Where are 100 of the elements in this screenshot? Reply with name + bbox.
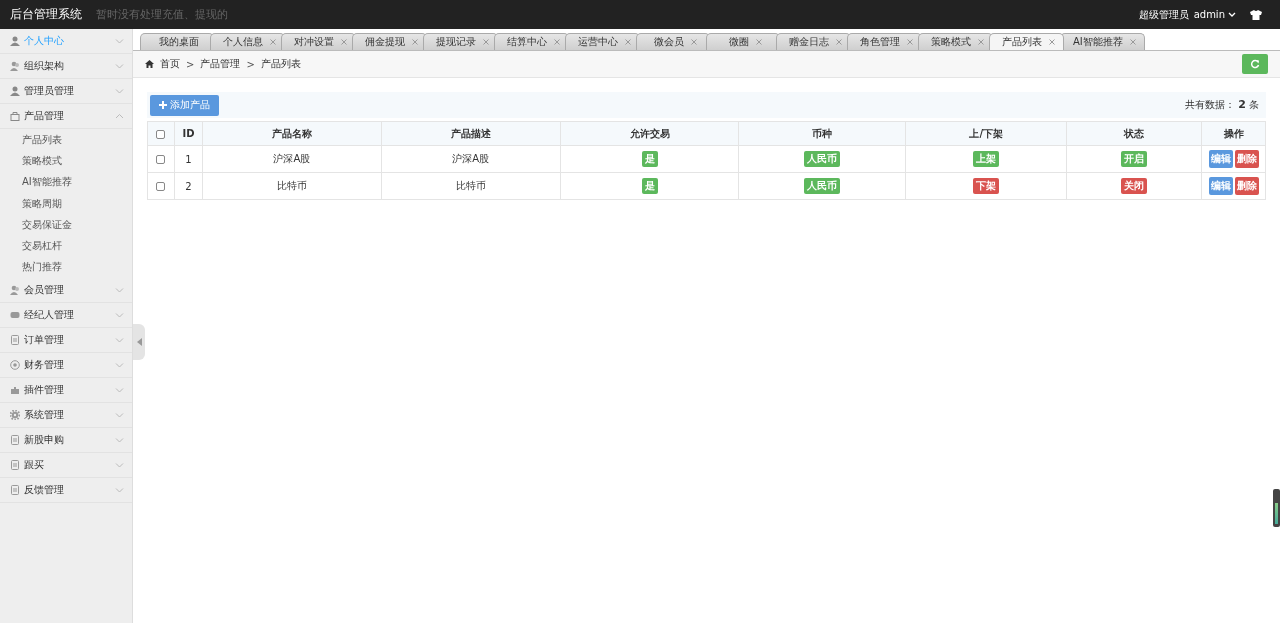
refresh-button[interactable] — [1242, 54, 1268, 74]
status-badge: 关闭 — [1121, 178, 1148, 194]
person-icon — [10, 86, 20, 96]
bag-icon — [10, 111, 20, 121]
chevron-down-icon — [115, 387, 124, 394]
level-widget — [1273, 489, 1280, 527]
submenu-item[interactable]: 交易杠杆 — [0, 235, 132, 257]
status-badge: 人民币 — [804, 178, 841, 194]
sidebar-item[interactable]: 新股申购 — [0, 428, 132, 454]
sidebar-item[interactable]: 产品管理 — [0, 104, 132, 129]
table-cell: 沪深A股 — [452, 153, 490, 164]
column-header: 上/下架 — [969, 127, 1004, 139]
submenu-item[interactable]: 策略模式 — [0, 150, 132, 172]
separator-text: > — [246, 58, 255, 70]
card-icon — [10, 310, 20, 321]
column-header: 产品名称 — [271, 127, 312, 139]
delete-button[interactable]: 删除 — [1234, 150, 1259, 168]
plus-icon — [159, 101, 167, 109]
chevron-down-icon — [115, 88, 124, 94]
notice-text: 暂时没有处理充值、提现的 — [96, 7, 228, 22]
breadcrumb-link[interactable]: 产品管理 — [200, 57, 241, 71]
separator-text: > — [186, 58, 195, 70]
submenu-item[interactable]: 热门推荐 — [0, 256, 132, 279]
sidebar-item[interactable]: 订单管理 — [0, 328, 132, 354]
user-role: 超级管理员 — [1138, 7, 1189, 22]
document-icon — [10, 460, 20, 471]
total-count: 共有数据： 2 条 — [1184, 98, 1260, 112]
close-icon — [483, 39, 489, 45]
close-icon — [978, 39, 984, 45]
column-header: ID — [182, 128, 195, 139]
collapse-handle[interactable] — [133, 324, 145, 360]
chevron-down-icon — [115, 312, 124, 319]
chevron-down-icon — [115, 287, 124, 294]
chevron-down-icon — [115, 412, 124, 419]
status-badge: 人民币 — [804, 151, 841, 167]
chevron-down-icon — [115, 337, 124, 344]
submenu-item[interactable]: AI智能推荐 — [0, 171, 132, 193]
submenu-item[interactable]: 策略周期 — [0, 192, 132, 215]
document-icon — [10, 435, 20, 446]
breadcrumb-link[interactable]: 首页 — [160, 57, 180, 71]
chevron-down-icon — [115, 462, 124, 469]
column-header: 允许交易 — [629, 127, 670, 139]
app-title: 后台管理系统 — [10, 6, 83, 23]
column-header: 操作 — [1223, 127, 1244, 139]
close-icon — [270, 39, 276, 45]
table-cell: 比特币 — [455, 180, 486, 191]
row-checkbox[interactable] — [156, 155, 166, 164]
status-badge: 上架 — [973, 151, 1000, 167]
tab[interactable]: 产品列表 — [989, 33, 1064, 50]
column-header: 币种 — [812, 127, 833, 139]
delete-button[interactable]: 删除 — [1234, 177, 1259, 195]
refresh-icon — [1250, 59, 1260, 69]
close-icon — [755, 39, 762, 45]
shirt-icon[interactable] — [1250, 9, 1262, 20]
people-icon — [10, 61, 20, 71]
table-cell: 沪深A股 — [273, 153, 311, 164]
chevron-down-icon — [1228, 11, 1236, 18]
select-all-checkbox[interactable] — [156, 129, 166, 139]
submenu-item[interactable]: 产品列表 — [0, 129, 132, 151]
puzzle-icon — [10, 385, 20, 396]
table-cell: 1 — [185, 153, 192, 165]
sidebar-item[interactable]: 会员管理 — [0, 278, 132, 304]
home-icon — [145, 60, 154, 68]
sidebar-item[interactable]: 插件管理 — [0, 378, 132, 404]
sidebar-item[interactable]: 管理员管理 — [0, 79, 132, 104]
sidebar-item[interactable]: 系统管理 — [0, 403, 132, 429]
user-menu[interactable]: admin — [1193, 9, 1236, 20]
table-cell: 2 — [185, 180, 192, 192]
status-badge: 开启 — [1121, 151, 1148, 167]
close-icon — [690, 39, 697, 45]
row-checkbox[interactable] — [156, 182, 166, 191]
chevron-down-icon — [115, 63, 124, 69]
breadcrumb-link[interactable]: 产品列表 — [260, 57, 301, 71]
status-badge: 下架 — [973, 178, 1000, 194]
caret-left-icon — [136, 338, 142, 346]
sidebar-item[interactable]: 反馈管理 — [0, 478, 132, 504]
close-icon — [1049, 39, 1055, 45]
table-cell: 比特币 — [276, 180, 307, 191]
chevron-up-icon — [115, 113, 124, 119]
chevron-down-icon — [115, 487, 124, 494]
chevron-down-icon — [115, 38, 124, 44]
document-icon — [10, 335, 20, 346]
submenu-item[interactable]: 交易保证金 — [0, 214, 132, 236]
chevron-down-icon — [115, 437, 124, 444]
close-icon — [836, 39, 842, 45]
sidebar-item[interactable]: 财务管理 — [0, 353, 132, 379]
sidebar-item[interactable]: 跟买 — [0, 453, 132, 479]
sidebar-item[interactable]: 组织架构 — [0, 54, 132, 79]
close-icon — [907, 39, 913, 45]
close-icon — [341, 39, 347, 45]
people-icon — [10, 285, 20, 296]
gear-icon — [10, 410, 20, 421]
sidebar-item[interactable]: 经纪人管理 — [0, 303, 132, 329]
close-icon — [412, 39, 418, 45]
column-header: 产品描述 — [450, 127, 491, 139]
person-icon — [10, 36, 20, 46]
status-badge: 是 — [641, 178, 658, 194]
status-badge: 是 — [641, 151, 658, 167]
close-icon — [554, 39, 560, 45]
document-icon — [10, 485, 20, 496]
